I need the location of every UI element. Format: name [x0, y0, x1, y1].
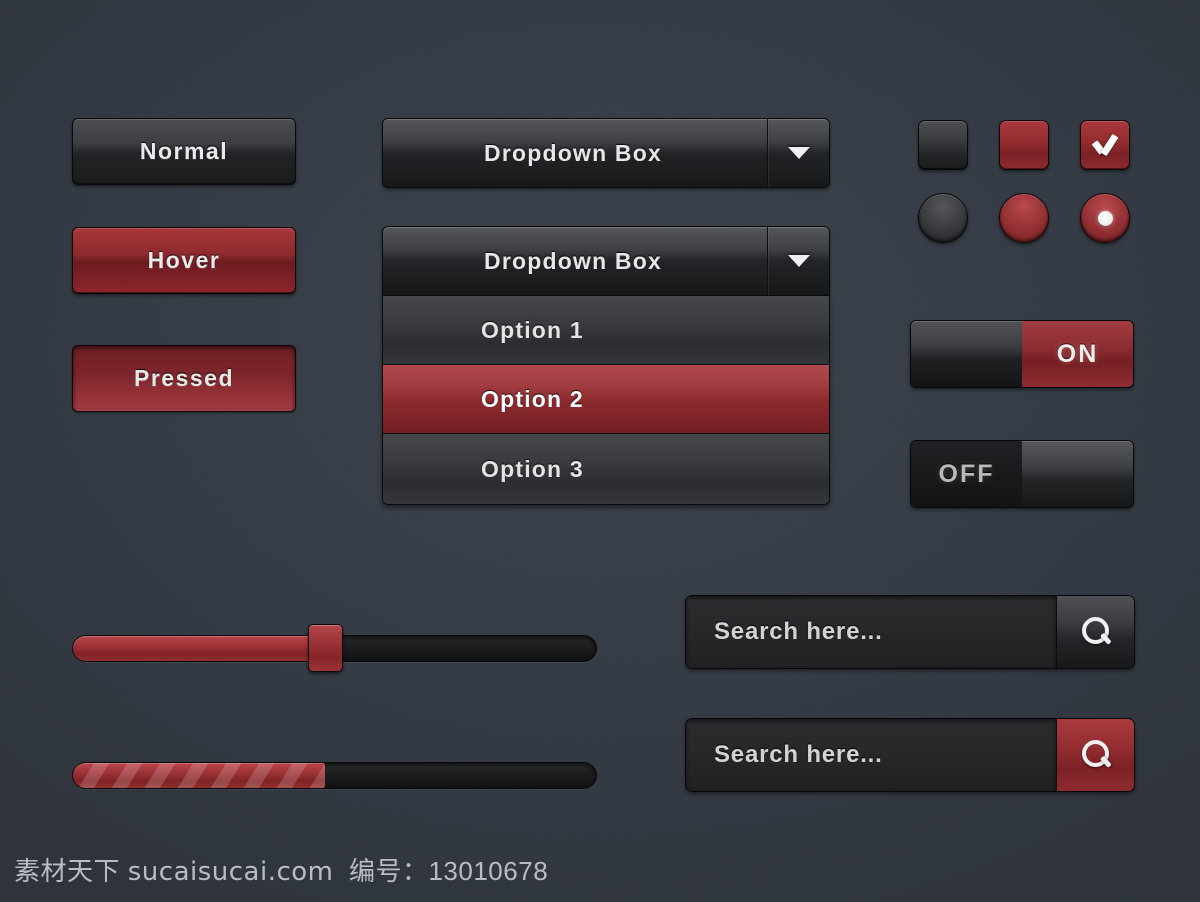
toggle-on-knob[interactable]: [911, 321, 1022, 387]
toggle-on-label: ON: [1056, 339, 1099, 368]
search-button-gray[interactable]: [1056, 596, 1134, 668]
slider-track[interactable]: [72, 624, 597, 672]
button-pressed-label: Pressed: [133, 365, 234, 391]
watermark-brand: 素材天下: [14, 856, 121, 886]
radio-dot-icon: [1097, 210, 1113, 226]
slider-fill: [73, 636, 325, 661]
search-icon: [1081, 740, 1111, 770]
dropdown-option-1[interactable]: Option 1: [383, 296, 829, 365]
radio-hover[interactable]: [999, 193, 1049, 243]
dropdown-closed-label: Dropdown Box: [484, 139, 662, 166]
checkbox-normal[interactable]: [918, 120, 968, 170]
watermark: 素材天下 sucaisucai.com 编号：13010678: [14, 851, 548, 888]
watermark-id-value: 13010678: [428, 856, 549, 886]
toggle-off-track: OFF: [911, 441, 1022, 507]
dropdown-closed-arrow-button[interactable]: [767, 119, 829, 187]
slider-handle[interactable]: [308, 624, 343, 672]
watermark-id-label: 编号：: [348, 856, 429, 886]
button-pressed[interactable]: Pressed: [72, 345, 296, 412]
progress-bar-fill: [73, 763, 325, 788]
checkbox-checked[interactable]: [1080, 120, 1130, 170]
dropdown-open[interactable]: Dropdown Box: [382, 226, 830, 296]
button-hover-label: Hover: [147, 247, 221, 273]
dropdown-option-3[interactable]: Option 3: [383, 434, 829, 504]
dropdown-closed[interactable]: Dropdown Box: [382, 118, 830, 188]
search-button-red[interactable]: [1056, 719, 1134, 791]
dropdown-open-label: Dropdown Box: [484, 247, 662, 274]
radio-normal[interactable]: [918, 193, 968, 243]
toggle-off-knob[interactable]: [1022, 441, 1133, 507]
search-input-red[interactable]: [686, 719, 1056, 791]
chevron-down-icon: [787, 147, 810, 159]
search-input-gray[interactable]: [686, 596, 1056, 668]
search-box-gray[interactable]: [685, 595, 1135, 669]
dropdown-option-2[interactable]: Option 2: [383, 365, 829, 434]
dropdown-option-list: Option 1 Option 2 Option 3: [382, 296, 830, 505]
dropdown-open-arrow-button[interactable]: [767, 227, 829, 295]
search-icon: [1081, 617, 1111, 647]
checkbox-hover[interactable]: [999, 120, 1049, 170]
toggle-off-label: OFF: [938, 459, 995, 488]
search-box-red[interactable]: [685, 718, 1135, 792]
dropdown-option-2-label: Option 2: [481, 385, 584, 412]
button-normal-label: Normal: [139, 138, 229, 164]
dropdown-option-1-label: Option 1: [481, 316, 584, 343]
button-normal[interactable]: Normal: [72, 118, 296, 185]
button-hover[interactable]: Hover: [72, 227, 296, 294]
radio-selected[interactable]: [1080, 193, 1130, 243]
toggle-on[interactable]: ON: [910, 320, 1134, 388]
check-icon: [1092, 135, 1118, 155]
dropdown-option-3-label: Option 3: [481, 455, 584, 482]
ui-kit-canvas: Normal Hover Pressed Dropdown Box Dropdo…: [0, 0, 1200, 902]
chevron-down-icon: [787, 255, 810, 267]
toggle-off[interactable]: OFF: [910, 440, 1134, 508]
progress-bar-track: [72, 762, 597, 789]
toggle-on-track: ON: [1022, 321, 1133, 387]
watermark-site: sucaisucai.com: [127, 857, 334, 887]
